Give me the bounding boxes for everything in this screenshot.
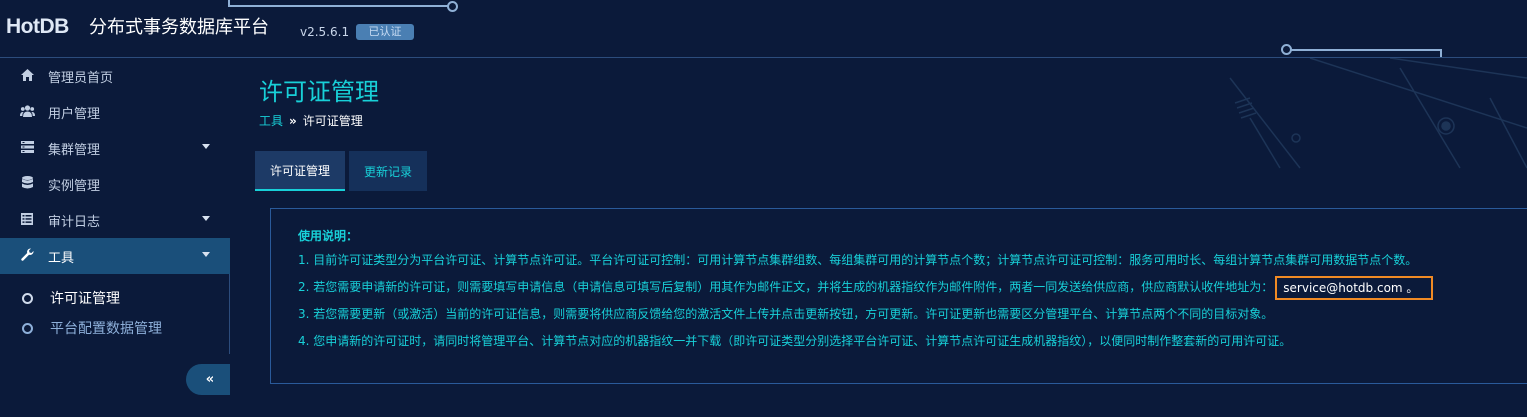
collapse-sidebar-button[interactable]: « bbox=[186, 364, 230, 395]
instruction-line: 4. 您申请新的许可证时，请同时将管理平台、计算节点对应的机器指纹一并下载（即许… bbox=[298, 334, 1292, 348]
sidebar-item-label: 实例管理 bbox=[48, 178, 101, 194]
wrench-icon bbox=[20, 248, 34, 264]
breadcrumb-current: 许可证管理 bbox=[302, 114, 363, 128]
chevron-down-icon bbox=[202, 252, 210, 257]
sidebar-item-admin-home[interactable]: 管理员首页 bbox=[0, 58, 230, 94]
instruction-line: 3. 若您需要更新（或激活）当前的许可证信息，则需要将供应商反馈给您的激活文件上… bbox=[298, 307, 1274, 321]
sidebar-item-tools[interactable]: 工具 bbox=[0, 238, 230, 274]
page-title: 许可证管理 bbox=[259, 78, 379, 106]
tab-label: 许可证管理 bbox=[270, 163, 331, 178]
sidebar-item-audit-log[interactable]: 审计日志 bbox=[0, 202, 230, 238]
main-content: 许可证管理 工具 » 许可证管理 许可证管理 更新记录 使用说明： 1. 目前许… bbox=[230, 58, 1527, 417]
instruction-line: 1. 目前许可证类型分为平台许可证、计算节点许可证。平台许可证可控制：可用计算节… bbox=[298, 253, 1418, 267]
sidebar-item-users[interactable]: 用户管理 bbox=[0, 94, 230, 130]
sidebar-item-label: 管理员首页 bbox=[48, 70, 114, 86]
instructions-panel: 使用说明： 1. 目前许可证类型分为平台许可证、计算节点许可证。平台许可证可控制… bbox=[270, 208, 1527, 384]
breadcrumb-separator: » bbox=[289, 113, 297, 128]
sidebar-item-label: 审计日志 bbox=[48, 214, 101, 230]
tab-bar: 许可证管理 更新记录 bbox=[255, 151, 431, 192]
chevron-down-icon bbox=[202, 216, 210, 221]
breadcrumb-link-tools[interactable]: 工具 bbox=[259, 112, 283, 129]
tab-license-management[interactable]: 许可证管理 bbox=[255, 151, 346, 191]
sidebar-item-label: 工具 bbox=[48, 250, 75, 266]
version-label: v2.5.6.1 bbox=[300, 25, 350, 39]
database-icon bbox=[20, 176, 34, 192]
status-badge: 已认证 bbox=[356, 24, 414, 40]
sidebar-item-label: 用户管理 bbox=[48, 106, 101, 122]
submenu-item-license[interactable]: 许可证管理 bbox=[22, 287, 120, 309]
app-title: 分布式事务数据库平台 bbox=[89, 17, 269, 38]
users-icon bbox=[20, 104, 35, 120]
breadcrumb: 工具 » 许可证管理 bbox=[259, 112, 363, 129]
header-decoration-line bbox=[228, 5, 452, 7]
circle-icon bbox=[22, 322, 33, 334]
email-address[interactable]: service@hotdb.com 。 bbox=[1275, 275, 1434, 300]
instructions-notes: 使用说明： 1. 目前许可证类型分为平台许可证、计算节点许可证。平台许可证可控制… bbox=[298, 227, 1434, 355]
submenu-item-label: 许可证管理 bbox=[50, 291, 120, 307]
home-icon bbox=[20, 68, 34, 84]
header-decoration-dot bbox=[447, 1, 458, 12]
sidebar: 管理员首页 用户管理 集群管理 实例管理 审计日志 工具 许可证管理 平台配置数… bbox=[0, 58, 230, 417]
top-header: HotDB 分布式事务数据库平台 v2.5.6.1 已认证 bbox=[0, 0, 1527, 59]
sidebar-item-label: 集群管理 bbox=[48, 142, 101, 158]
sidebar-item-cluster[interactable]: 集群管理 bbox=[0, 130, 230, 166]
double-chevron-left-icon: « bbox=[205, 372, 215, 387]
instruction-line: 2. 若您需要申请新的许可证，则需要填写申请信息（申请信息可填写后复制）用其作为… bbox=[298, 274, 1434, 301]
app-logo[interactable]: HotDB bbox=[6, 15, 69, 39]
sidebar-item-instance[interactable]: 实例管理 bbox=[0, 166, 230, 202]
header-decoration-line bbox=[1290, 49, 1440, 51]
submenu-item-platform-config[interactable]: 平台配置数据管理 bbox=[22, 317, 162, 339]
list-alt-icon bbox=[20, 212, 34, 228]
chevron-down-icon bbox=[202, 144, 210, 149]
instruction-text: 2. 若您需要申请新的许可证，则需要填写申请信息（申请信息可填写后复制）用其作为… bbox=[298, 280, 1274, 294]
tab-label: 更新记录 bbox=[364, 164, 413, 179]
circuit-decoration bbox=[1229, 58, 1527, 169]
tab-update-records[interactable]: 更新记录 bbox=[349, 151, 428, 191]
submenu-item-label: 平台配置数据管理 bbox=[50, 321, 162, 337]
circle-icon bbox=[22, 292, 33, 304]
server-icon bbox=[20, 140, 34, 156]
logo-text: HotDB bbox=[6, 15, 69, 38]
instructions-heading: 使用说明： bbox=[298, 229, 359, 243]
tools-submenu: 许可证管理 平台配置数据管理 bbox=[0, 274, 230, 354]
